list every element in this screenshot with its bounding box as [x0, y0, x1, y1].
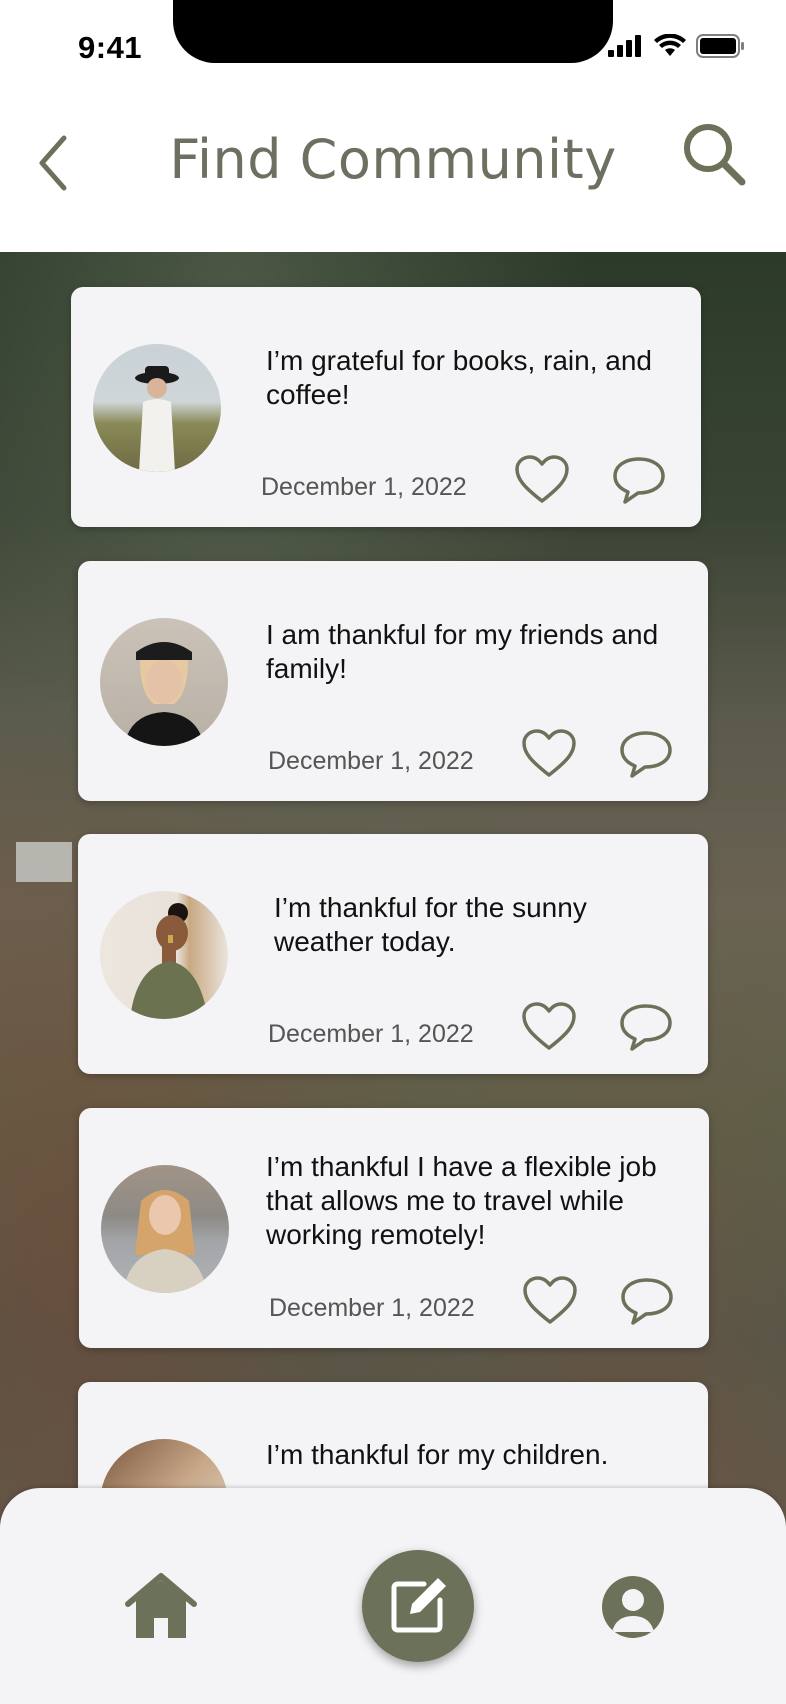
post-date: December 1, 2022 — [268, 1020, 474, 1048]
speech-bubble-icon — [620, 731, 672, 778]
heart-icon — [515, 455, 569, 503]
post-feed[interactable]: I’m grateful for books, rain, and coffee… — [0, 252, 786, 1704]
status-icons — [608, 34, 746, 58]
avatar — [100, 891, 228, 1019]
comment-button[interactable] — [618, 729, 674, 779]
nav-compose-button[interactable] — [362, 1550, 474, 1662]
post-card[interactable]: I’m grateful for books, rain, and coffee… — [71, 287, 701, 527]
heart-icon — [522, 729, 576, 777]
home-icon — [125, 1573, 197, 1638]
like-button[interactable] — [521, 1002, 577, 1052]
status-bar: 9:41 — [0, 0, 786, 90]
post-text: I’m thankful for the sunny weather today… — [274, 892, 587, 957]
compose-icon — [391, 1578, 446, 1633]
nav-profile-button[interactable] — [602, 1576, 664, 1638]
post-text: I’m thankful I have a flexible job that … — [266, 1151, 657, 1250]
post-text: I’m grateful for books, rain, and coffee… — [266, 345, 652, 410]
speech-bubble-icon — [621, 1278, 673, 1325]
like-button[interactable] — [514, 455, 570, 505]
post-date: December 1, 2022 — [269, 1294, 475, 1322]
page-title: Find Community — [169, 128, 617, 191]
like-button[interactable] — [521, 729, 577, 779]
signal-icon — [608, 35, 641, 57]
post-text: I’m thankful for my children. — [266, 1439, 609, 1470]
speech-bubble-icon — [613, 457, 665, 504]
battery-icon — [696, 34, 744, 58]
avatar — [101, 1165, 229, 1293]
post-text: I am thankful for my friends and family! — [266, 619, 659, 684]
background-photo-detail — [16, 842, 72, 882]
comment-button[interactable] — [618, 1002, 674, 1052]
speech-bubble-icon — [620, 1004, 672, 1051]
search-icon — [684, 124, 746, 186]
post-card[interactable]: I am thankful for my friends and family!… — [78, 561, 708, 801]
post-card[interactable]: I’m thankful I have a flexible job that … — [79, 1108, 709, 1348]
post-date: December 1, 2022 — [268, 747, 474, 775]
search-button[interactable] — [680, 120, 750, 190]
comment-button[interactable] — [611, 455, 667, 505]
bottom-nav — [0, 1488, 786, 1704]
avatar — [93, 344, 221, 472]
heart-icon — [522, 1002, 576, 1050]
comment-button[interactable] — [619, 1276, 675, 1326]
post-date: December 1, 2022 — [261, 473, 467, 501]
status-time: 9:41 — [78, 30, 143, 65]
user-icon — [602, 1576, 664, 1638]
post-card[interactable]: I’m thankful for the sunny weather today… — [78, 834, 708, 1074]
app-screen: 9:41 Find Community I’m grateful for boo… — [0, 0, 786, 1704]
wifi-icon — [654, 34, 686, 56]
device-notch — [173, 0, 613, 63]
heart-icon — [523, 1276, 577, 1324]
app-header: Find Community — [0, 90, 786, 252]
like-button[interactable] — [522, 1276, 578, 1326]
nav-home-button[interactable] — [122, 1570, 200, 1642]
avatar — [100, 618, 228, 746]
